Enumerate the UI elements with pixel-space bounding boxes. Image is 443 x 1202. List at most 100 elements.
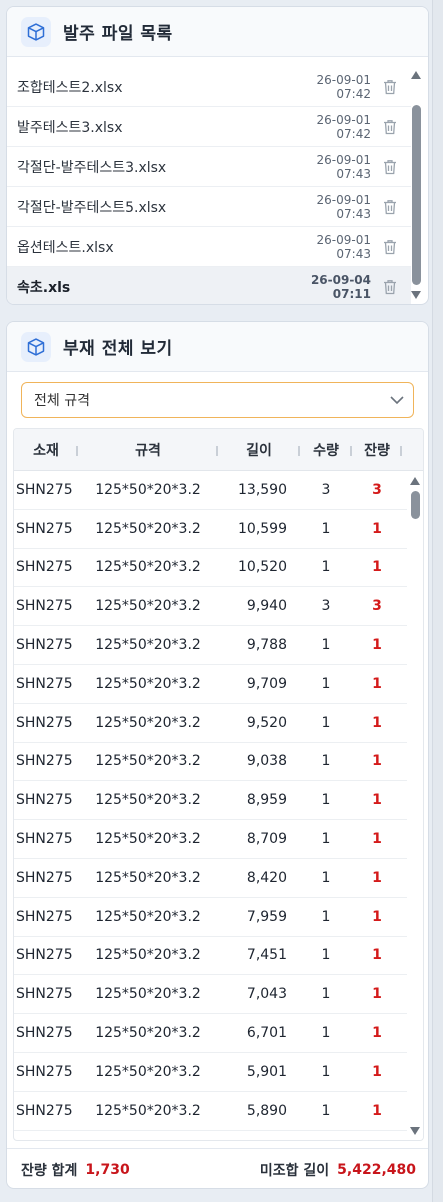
trash-icon[interactable] xyxy=(381,278,399,296)
scrollbar-thumb[interactable] xyxy=(411,491,420,519)
col-quantity-cell: 1 xyxy=(321,1025,331,1042)
trash-icon[interactable] xyxy=(381,158,399,176)
col-length-cell: 9,709 xyxy=(246,675,287,692)
col-quantity-cell: 3 xyxy=(321,481,331,498)
trash-icon[interactable] xyxy=(381,78,399,96)
table-row[interactable]: SHN275 125*50*20*3.2 13,590 3 3 xyxy=(14,471,423,510)
col-remaining-header[interactable]: 잔량 xyxy=(352,440,402,460)
file-row[interactable]: 옵션테스트.xlsx 26-09-01 07:43 xyxy=(7,227,411,267)
file-row[interactable]: 조합테스트2.xlsx 26-09-01 07:42 xyxy=(7,67,411,107)
table-row[interactable]: SHN275 125*50*20*3.2 9,038 1 1 xyxy=(14,743,423,782)
table-row[interactable]: SHN275 125*50*20*3.2 9,709 1 1 xyxy=(14,665,423,704)
col-quantity-cell: 1 xyxy=(321,637,331,654)
col-material-cell: SHN275 xyxy=(16,753,73,770)
col-quantity-cell: 1 xyxy=(321,1063,331,1080)
table-row[interactable]: SHN275 125*50*20*3.2 7,959 1 1 xyxy=(14,898,423,937)
col-length-cell: 9,038 xyxy=(246,753,287,770)
col-length-cell: 8,420 xyxy=(246,869,287,886)
col-remaining-cell: 1 xyxy=(372,869,382,886)
col-spec-cell: 125*50*20*3.2 xyxy=(95,598,201,615)
table-row[interactable]: SHN275 125*50*20*3.2 9,520 1 1 xyxy=(14,704,423,743)
col-quantity-cell: 1 xyxy=(321,831,331,848)
file-name: 옵션테스트.xlsx xyxy=(17,239,114,256)
file-row[interactable]: 각절단-발주테스트3.xlsx 26-09-01 07:43 xyxy=(7,147,411,187)
trash-icon[interactable] xyxy=(381,118,399,136)
col-spec-cell: 125*50*20*3.2 xyxy=(95,1102,201,1119)
file-date: 26-09-01 07:43 xyxy=(316,152,371,181)
col-material-cell: SHN275 xyxy=(16,986,73,1003)
col-remaining-cell: 1 xyxy=(372,1063,382,1080)
file-row[interactable]: 속초.xls 26-09-04 07:11 xyxy=(7,267,411,304)
col-material-cell: SHN275 xyxy=(16,947,73,964)
file-date: 26-09-04 07:11 xyxy=(310,272,371,301)
file-name: 조합테스트2.xlsx xyxy=(17,79,123,96)
col-material-cell: SHN275 xyxy=(16,869,73,886)
table-row[interactable]: SHN275 125*50*20*3.2 10,599 1 1 xyxy=(14,510,423,549)
file-row[interactable]: 발주테스트3.xlsx 26-09-01 07:42 xyxy=(7,107,411,147)
col-spec-cell: 125*50*20*3.2 xyxy=(95,520,201,537)
col-length-cell: 5,890 xyxy=(246,1102,287,1119)
table-row[interactable]: SHN275 125*50*20*3.2 5,901 1 1 xyxy=(14,1053,423,1092)
col-remaining-cell: 1 xyxy=(372,1025,382,1042)
col-length-cell: 10,520 xyxy=(238,559,287,576)
table-row[interactable]: SHN275 125*50*20*3.2 8,959 1 1 xyxy=(14,781,423,821)
table-row[interactable]: SHN275 125*50*20*3.2 10,520 1 1 xyxy=(14,549,423,588)
col-remaining-cell: 1 xyxy=(372,1102,382,1119)
chevron-down-icon xyxy=(381,395,413,405)
col-material-cell: SHN275 xyxy=(16,792,73,809)
col-remaining-cell: 1 xyxy=(372,908,382,925)
col-quantity-cell: 3 xyxy=(321,598,331,615)
col-spec-header[interactable]: 규격 xyxy=(78,440,218,460)
trash-icon[interactable] xyxy=(381,238,399,256)
col-length-cell: 10,599 xyxy=(238,520,287,537)
col-material-cell: SHN275 xyxy=(16,675,73,692)
col-length-header[interactable]: 길이 xyxy=(218,440,300,460)
file-name: 각절단-발주테스트5.xlsx xyxy=(17,199,167,216)
col-material-cell: SHN275 xyxy=(16,1102,73,1119)
table-row[interactable]: SHN275 125*50*20*3.2 8,709 1 1 xyxy=(14,820,423,859)
col-quantity-cell: 1 xyxy=(321,559,331,576)
col-length-cell: 9,940 xyxy=(246,598,287,615)
col-remaining-cell: 1 xyxy=(372,714,382,731)
table-row[interactable]: SHN275 125*50*20*3.2 5,890 1 1 xyxy=(14,1092,423,1131)
col-spec-cell: 125*50*20*3.2 xyxy=(95,559,201,576)
scroll-down-arrow[interactable] xyxy=(411,291,421,299)
col-quantity-cell: 1 xyxy=(321,753,331,770)
table-row[interactable]: SHN275 125*50*20*3.2 8,420 1 1 xyxy=(14,859,423,898)
col-quantity-cell: 1 xyxy=(321,947,331,964)
col-material-header[interactable]: 소재 xyxy=(14,440,78,460)
trash-icon[interactable] xyxy=(381,198,399,216)
col-quantity-cell: 1 xyxy=(321,1102,331,1119)
scrollbar-thumb[interactable] xyxy=(412,105,421,285)
scroll-up-arrow[interactable] xyxy=(410,477,420,485)
col-length-cell: 8,959 xyxy=(246,792,287,809)
col-spec-cell: 125*50*20*3.2 xyxy=(95,637,201,654)
col-length-cell: 6,701 xyxy=(246,1025,287,1042)
col-remaining-cell: 1 xyxy=(372,986,382,1003)
table-body: SHN275 125*50*20*3.2 13,590 3 3 SHN275 125*50*… xyxy=(14,471,423,1140)
col-spec-cell: 125*50*20*3.2 xyxy=(95,986,201,1003)
col-quantity-cell: 1 xyxy=(321,869,331,886)
col-remaining-cell: 1 xyxy=(372,947,382,964)
table-row[interactable]: SHN275 125*50*20*3.2 9,940 3 3 xyxy=(14,587,423,627)
scroll-up-arrow[interactable] xyxy=(411,71,421,79)
col-material-cell: SHN275 xyxy=(16,637,73,654)
table-row[interactable]: SHN275 125*50*20*3.2 7,451 1 1 xyxy=(14,937,423,976)
scroll-down-arrow[interactable] xyxy=(410,1127,420,1135)
col-material-cell: SHN275 xyxy=(16,481,73,498)
col-length-cell: 7,043 xyxy=(246,986,287,1003)
col-length-cell: 9,788 xyxy=(246,637,287,654)
file-list-scrollbar[interactable] xyxy=(408,65,424,304)
col-remaining-cell: 1 xyxy=(372,792,382,809)
col-quantity-header[interactable]: 수량 xyxy=(300,440,352,460)
table-row[interactable]: SHN275 125*50*20*3.2 9,788 1 1 xyxy=(14,626,423,665)
table-row[interactable]: SHN275 125*50*20*3.2 6,701 1 1 xyxy=(14,1014,423,1053)
col-quantity-cell: 1 xyxy=(321,792,331,809)
col-material-cell: SHN275 xyxy=(16,1063,73,1080)
table-scrollbar[interactable] xyxy=(407,471,423,1140)
col-length-cell: 8,709 xyxy=(246,831,287,848)
spec-filter-value: 전체 규격 xyxy=(34,393,90,409)
table-row[interactable]: SHN275 125*50*20*3.2 7,043 1 1 xyxy=(14,975,423,1015)
spec-filter-select[interactable]: 전체 규격 xyxy=(21,382,414,418)
file-row[interactable]: 각절단-발주테스트5.xlsx 26-09-01 07:43 xyxy=(7,187,411,227)
